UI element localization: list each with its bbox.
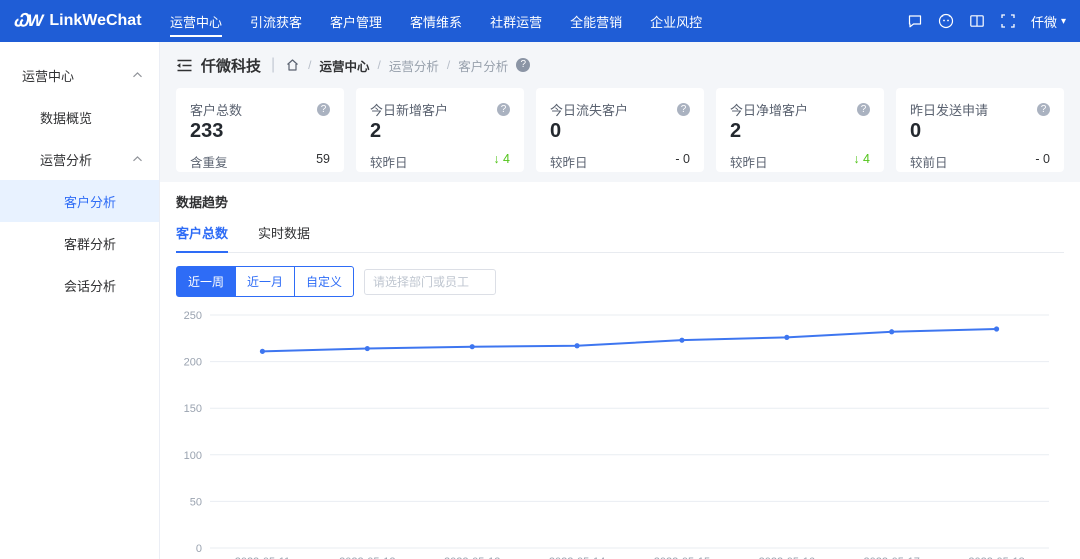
stat-cards: 客户总数 ? 233 含重复 59 今日新增客户 ? 2 较昨日 ↓ 4 今日流… [160,88,1080,172]
sidebar-item-customer-analysis[interactable]: 客户分析 [0,180,159,222]
stat-card-net-increase-today: 今日净增客户 ? 2 较昨日 ↓ 4 [716,88,884,172]
stat-value: 0 [910,120,922,142]
sidebar-item-customer-group-analysis[interactable]: 客群分析 [0,222,159,264]
breadcrumb-customer-analysis[interactable]: 客户分析 [458,56,508,75]
chevron-down-icon: ▾ [1060,15,1066,27]
stat-value: 2 [370,120,382,142]
breadcrumb-operations-analysis[interactable]: 运营分析 [389,56,439,75]
main-nav: 运营中心 引流获客 客户管理 客情维系 社群运营 全能营销 企业风控 [156,0,716,42]
help-icon[interactable]: ? [317,103,330,116]
breadcrumb-separator: / [446,58,451,72]
company-name: 仟微科技 [201,57,262,75]
nav-item-lead-acquisition[interactable]: 引流获客 [236,0,316,42]
breadcrumb-divider: | [271,56,276,73]
sidebar-item-label: 会话分析 [64,278,117,294]
data-trend-panel: 数据趋势 客户总数 实时数据 近一周 近一月 自定义 0 50 100 150 200 2… [160,182,1080,559]
user-menu[interactable]: 仟微 ▾ [1031,12,1066,31]
stat-title: 昨日发送申请 [910,103,989,118]
brand-name: LinkWeChat [49,12,142,29]
sidebar: 运营中心 数据概览 运营分析 客户分析 客群分析 会话分析 [0,42,160,559]
stat-value: 0 [550,120,562,142]
chevron-up-icon [132,155,143,163]
chart-area: 0501001502002502022-05-112022-05-122022-… [176,301,1064,559]
range-week-button[interactable]: 近一周 [176,266,237,297]
tab-customer-total[interactable]: 客户总数 [176,219,229,253]
sidebar-item-label: 数据概览 [40,110,93,126]
chevron-up-icon [132,71,143,79]
help-icon[interactable]: ? [497,103,510,116]
help-icon[interactable]: ? [677,103,690,116]
home-icon[interactable] [285,58,300,72]
logo[interactable]: ᏇW LinkWeChat [14,11,156,31]
help-icon[interactable]: ? [1037,103,1050,116]
breadcrumb-separator: / [377,58,381,72]
chart-controls: 近一周 近一月 自定义 [176,266,1064,297]
stat-sub-label: 较昨日 [370,156,408,170]
stat-value: 2 [730,120,742,142]
main-content: 仟微科技 | / 运营中心 / 运营分析 / 客户分析 ? 客户总数 ? 233 [160,42,1080,559]
sidebar-item-label: 运营分析 [40,152,93,168]
stat-sub-value: ↓ 4 [853,152,870,166]
nav-item-enterprise-risk[interactable]: 企业风控 [636,0,716,42]
layout-columns-icon[interactable] [969,13,985,29]
tab-realtime-data[interactable]: 实时数据 [258,219,310,252]
fullscreen-icon[interactable] [1000,13,1016,29]
stat-title: 今日新增客户 [370,103,449,118]
nav-item-omni-marketing[interactable]: 全能营销 [556,0,636,42]
user-name: 仟微 [1030,14,1057,30]
range-button-group: 近一周 近一月 自定义 [176,266,355,297]
trend-tabs: 客户总数 实时数据 [176,219,1064,253]
stat-value: 233 [190,120,224,142]
breadcrumb-separator: / [308,58,312,72]
message-icon[interactable] [907,13,923,29]
nav-item-operations-center[interactable]: 运营中心 [156,0,236,42]
svg-text:100: 100 [184,450,202,462]
logo-icon: ᏇW [14,11,43,30]
help-icon[interactable]: ? [516,58,531,72]
sidebar-item-label: 客户分析 [64,194,117,210]
stat-sub-label: 含重复 [190,156,228,170]
stat-sub-label: 较昨日 [730,156,768,170]
navbar-right: 仟微 ▾ [907,12,1066,31]
stat-card-new-today: 今日新增客户 ? 2 较昨日 ↓ 4 [356,88,524,172]
sidebar-item-operations-center[interactable]: 运营中心 [0,54,159,96]
stat-sub-label: 较昨日 [550,156,588,170]
dept-employee-picker[interactable] [364,268,497,295]
sidebar-item-label: 客群分析 [64,236,117,252]
nav-item-customer-management[interactable]: 客户管理 [316,0,396,42]
sidebar-item-data-overview[interactable]: 数据概览 [0,96,159,138]
stat-title: 今日流失客户 [550,103,629,118]
breadcrumb: 仟微科技 | / 运营中心 / 运营分析 / 客户分析 ? [160,42,1080,88]
stat-title: 客户总数 [190,103,243,118]
range-custom-button[interactable]: 自定义 [294,266,355,297]
collapse-sidebar-icon[interactable] [176,58,193,73]
sidebar-item-session-analysis[interactable]: 会话分析 [0,264,159,306]
svg-text:200: 200 [184,357,202,369]
customer-trend-chart: 0501001502002502022-05-112022-05-122022-… [184,310,1049,559]
svg-text:150: 150 [184,403,202,415]
range-month-button[interactable]: 近一月 [235,266,296,297]
stat-sub-value: - 0 [675,152,690,166]
section-title: 数据趋势 [176,195,229,210]
stat-sub-value: ↓ 4 [493,152,510,166]
help-icon[interactable]: ? [857,103,870,116]
stat-sub-label: 较前日 [910,156,948,170]
svg-text:0: 0 [196,543,202,555]
stat-sub-value: - 0 [1035,152,1050,166]
sidebar-item-operations-analysis[interactable]: 运营分析 [0,138,159,180]
stat-card-requests-yesterday: 昨日发送申请 ? 0 较前日 - 0 [896,88,1064,172]
top-navbar: ᏇW LinkWeChat 运营中心 引流获客 客户管理 客情维系 社群运营 全… [0,0,1080,42]
svg-text:50: 50 [190,496,202,508]
stat-title: 今日净增客户 [730,103,809,118]
svg-text:250: 250 [184,310,202,322]
stat-card-total-customers: 客户总数 ? 233 含重复 59 [176,88,344,172]
sidebar-item-label: 运营中心 [22,68,75,84]
nav-item-community-operations[interactable]: 社群运营 [476,0,556,42]
breadcrumb-operations-center[interactable]: 运营中心 [320,56,370,75]
nav-item-customer-relations[interactable]: 客情维系 [396,0,476,42]
stat-card-lost-today: 今日流失客户 ? 0 较昨日 - 0 [536,88,704,172]
stat-sub-value: 59 [316,152,330,166]
github-icon[interactable] [938,13,954,29]
